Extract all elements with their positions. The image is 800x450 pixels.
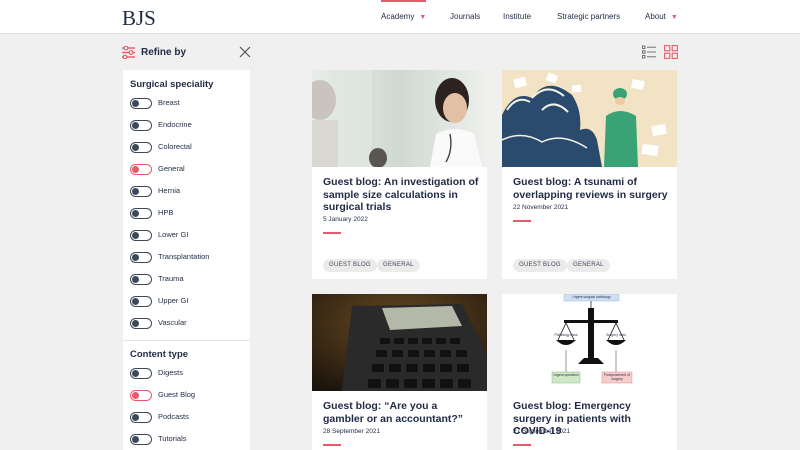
filter-label: Upper GI: [158, 296, 189, 305]
toggle-switch[interactable]: [130, 318, 152, 329]
nav-academy-label: Academy: [381, 12, 415, 21]
filter-label: Hernia: [158, 186, 181, 195]
filter-label: Tutorials: [158, 434, 187, 443]
logo[interactable]: BJS: [122, 6, 156, 31]
filter-label: Transplantation: [158, 252, 210, 261]
article-date: 27 September 2021: [513, 428, 571, 435]
filter-group-title: Content type: [130, 349, 189, 360]
refine-by-label: Refine by: [141, 47, 187, 58]
filter-label: Guest Blog: [158, 390, 196, 399]
article-image: [312, 70, 487, 167]
site-header: BJS Academy ▼ Journals Institute Strategi…: [0, 0, 800, 34]
toggle-switch[interactable]: [130, 98, 152, 109]
article-image: [502, 294, 677, 391]
article-card[interactable]: Guest blog: “Are you a gambler or an acc…: [312, 294, 487, 450]
chevron-down-icon: ▼: [670, 14, 678, 21]
toggle-switch[interactable]: [130, 230, 152, 241]
toggle-switch[interactable]: [130, 164, 152, 175]
article-image: [312, 294, 487, 391]
nav-about-label: About: [645, 12, 666, 21]
nav-about[interactable]: About ▼: [645, 0, 678, 34]
accent-rule: [323, 444, 341, 446]
list-view-icon[interactable]: [642, 45, 656, 59]
accent-rule: [323, 232, 341, 234]
tag-general[interactable]: GENERAL: [567, 259, 610, 272]
divider: [123, 340, 250, 341]
grid-view-icon[interactable]: [664, 45, 678, 59]
filter-label: Digests: [158, 368, 184, 377]
nav-academy[interactable]: Academy ▼: [381, 0, 426, 34]
article-card[interactable]: Guest blog: An investigation of sample s…: [312, 70, 487, 279]
filter-label: Podcasts: [158, 412, 189, 421]
article-date: 5 January 2022: [323, 216, 368, 223]
diagram-left-pan-label: Pathology risks: [554, 333, 578, 337]
article-title: Guest blog: A tsunami of overlapping rev…: [513, 176, 668, 201]
toggle-switch[interactable]: [130, 368, 152, 379]
toggle-switch[interactable]: [130, 412, 152, 423]
toggle-switch[interactable]: [130, 274, 152, 285]
filter-label: Trauma: [158, 274, 184, 283]
filter-label: General: [158, 164, 185, 173]
diagram-right-box-label: Postponement of surgery: [604, 373, 630, 382]
filter-label: Lower GI: [158, 230, 189, 239]
accent-rule: [513, 220, 531, 222]
article-title: Guest blog: An investigation of sample s…: [323, 176, 479, 213]
diagram-left-box-label: Urgent operation: [553, 373, 579, 377]
sliders-icon[interactable]: [122, 46, 135, 59]
filter-label: HPB: [158, 208, 174, 217]
tag-guest-blog[interactable]: GUEST BLOG: [513, 259, 567, 272]
filter-label: Vascular: [158, 318, 187, 327]
article-card[interactable]: Urgent surgical pathology Pathology risk…: [502, 294, 677, 450]
toggle-switch[interactable]: [130, 120, 152, 131]
article-card[interactable]: Guest blog: A tsunami of overlapping rev…: [502, 70, 677, 279]
article-date: 28 September 2021: [323, 428, 381, 435]
article-title: Guest blog: “Are you a gambler or an acc…: [323, 400, 464, 425]
toggle-switch[interactable]: [130, 296, 152, 307]
article-date: 22 November 2021: [513, 204, 569, 211]
toggle-switch[interactable]: [130, 186, 152, 197]
filter-sidebar: Surgical speciality Breast Endocrine Col…: [123, 70, 250, 450]
nav-institute[interactable]: Institute: [503, 0, 531, 34]
diagram-right-pan-label: Surgery risks: [606, 333, 626, 337]
toggle-switch[interactable]: [130, 434, 152, 445]
accent-rule: [513, 444, 531, 446]
nav-strategic-partners[interactable]: Strategic partners: [557, 0, 620, 34]
tag-guest-blog[interactable]: GUEST BLOG: [323, 259, 377, 272]
tag-general[interactable]: GENERAL: [377, 259, 420, 272]
chevron-down-icon: ▼: [419, 14, 427, 21]
toggle-switch[interactable]: [130, 208, 152, 219]
toggle-switch[interactable]: [130, 390, 152, 401]
toggle-switch[interactable]: [130, 252, 152, 263]
filter-label: Endocrine: [158, 120, 192, 129]
filter-label: Colorectal: [158, 142, 192, 151]
diagram-top-label: Urgent surgical pathology: [572, 295, 611, 299]
nav-journals[interactable]: Journals: [450, 0, 480, 34]
filter-group-title: Surgical speciality: [130, 79, 214, 90]
article-image: [502, 70, 677, 167]
filter-label: Breast: [158, 98, 180, 107]
toggle-switch[interactable]: [130, 142, 152, 153]
close-icon[interactable]: [239, 46, 251, 58]
